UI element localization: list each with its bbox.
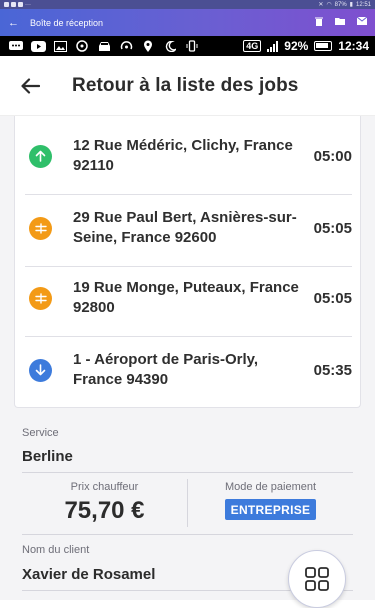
service-value: Berline (22, 448, 73, 465)
location-icon (140, 40, 156, 52)
stop-time: 05:35 (313, 361, 352, 379)
notification-icon (11, 2, 16, 7)
waypoint-icon (34, 222, 47, 234)
price-value: 75,70 € (64, 497, 145, 524)
stop-time: 05:05 (313, 219, 352, 237)
waypoint-marker (29, 286, 52, 310)
stop-address: 29 Rue Paul Bert, Asnières-sur-Seine, Fr… (73, 209, 297, 246)
route-stop[interactable]: 19 Rue Monge, Puteaux, France 92800 05:0… (15, 262, 362, 334)
waypoint-icon (34, 292, 47, 304)
system-time: 12:51 (355, 1, 371, 8)
inbox-titlebar: ← Boîte de réception (0, 9, 375, 36)
system-battery-icon: ▮ (349, 2, 353, 8)
route-stop[interactable]: 1 - Aéroport de Paris-Orly, France 94390… (15, 334, 362, 406)
mail-icon[interactable] (356, 16, 368, 28)
route-card: 12 Rue Médéric, Clichy, France 92110 05:… (14, 116, 361, 408)
hotspot-icon (118, 40, 134, 52)
client-label: Nom du client (22, 544, 90, 556)
price-label: Prix chauffeur (70, 481, 139, 493)
moon-icon (162, 40, 178, 52)
phone-status-right: 4G 92% 12:34 (243, 39, 369, 53)
arrow-up-icon (35, 150, 46, 162)
image-icon (52, 40, 68, 52)
payment-badge: ENTREPRISE (224, 499, 317, 520)
notification-icon (18, 2, 23, 7)
vibrate-icon (184, 40, 200, 52)
system-status-bar: ··· ✕ ◠ 87% ▮ 12:51 (0, 0, 375, 9)
battery-icon (314, 41, 333, 51)
pickup-marker (29, 144, 52, 168)
service-divider (22, 472, 353, 473)
payment-divider (22, 534, 353, 535)
folder-icon[interactable] (335, 17, 345, 28)
notification-icon (4, 2, 9, 7)
stop-time: 05:00 (313, 147, 352, 165)
payment-column: Mode de paiement ENTREPRISE (188, 476, 353, 532)
network-type: 4G (243, 40, 262, 52)
mute-icon: ✕ (318, 2, 324, 8)
payment-label: Mode de paiement (224, 481, 317, 493)
car-icon (96, 40, 112, 52)
youtube-icon (30, 40, 46, 52)
job-detail-content: 12 Rue Médéric, Clichy, France 92110 05:… (0, 116, 375, 608)
app-bar: Retour à la liste des jobs (0, 56, 375, 116)
delete-icon[interactable] (315, 17, 323, 28)
system-status-right: ✕ ◠ 87% ▮ 12:51 (318, 1, 371, 9)
stop-time: 05:05 (313, 289, 352, 307)
phone-status-bar: 4G 92% 12:34 (0, 36, 375, 56)
sync-icon (74, 40, 90, 52)
service-label: Service (22, 427, 59, 439)
grid-icon (305, 567, 329, 591)
client-value: Xavier de Rosamel (22, 566, 156, 583)
back-arrow-icon[interactable] (10, 66, 50, 106)
wifi-icon: ◠ (326, 2, 332, 8)
route-stop[interactable]: 12 Rue Médéric, Clichy, France 92110 05:… (15, 120, 362, 192)
stop-address: 12 Rue Médéric, Clichy, France 92110 (73, 137, 293, 174)
titlebar-actions (315, 16, 368, 28)
route-stop[interactable]: 29 Rue Paul Bert, Asnières-sur-Seine, Fr… (15, 192, 362, 264)
stop-address: 19 Rue Monge, Puteaux, France 92800 (73, 279, 299, 316)
arrow-down-icon (35, 364, 46, 376)
price-column: Prix chauffeur 75,70 € (22, 476, 187, 532)
more-notifications-icon: ··· (25, 1, 31, 8)
stop-address: 1 - Aéroport de Paris-Orly, France 94390 (73, 351, 259, 388)
notification-icons: ··· (4, 2, 31, 8)
inbox-title: Boîte de réception (30, 17, 104, 28)
system-battery: 87% (334, 1, 347, 8)
page-title: Retour à la liste des jobs (72, 74, 299, 96)
menu-fab[interactable] (288, 550, 346, 608)
chat-icon (8, 40, 24, 52)
dropoff-marker (29, 358, 52, 382)
signal-icon (267, 40, 279, 52)
phone-battery-percent: 92% (284, 39, 309, 53)
phone-time: 12:34 (338, 39, 369, 53)
price-payment-row: Prix chauffeur 75,70 € Mode de paiement … (22, 476, 353, 532)
back-arrow-icon[interactable]: ← (8, 17, 22, 29)
waypoint-marker (29, 216, 52, 240)
phone-notification-icons (8, 40, 243, 52)
